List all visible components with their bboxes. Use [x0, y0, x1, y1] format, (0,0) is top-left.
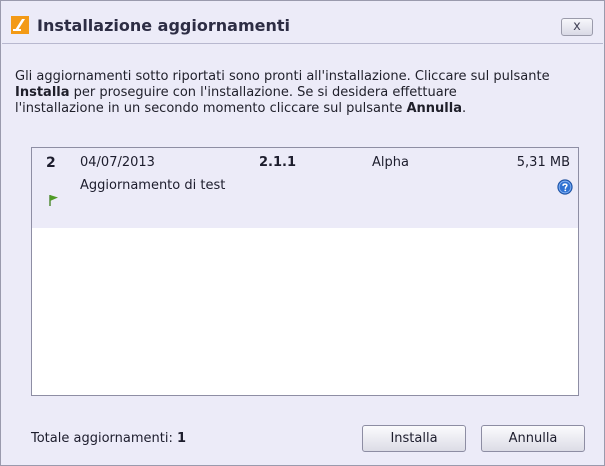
update-channel: Alpha: [372, 155, 409, 170]
total-updates-label: Totale aggiornamenti:: [31, 431, 173, 446]
update-size: 5,31 MB: [516, 155, 570, 170]
instructions-line-1: Gli aggiornamenti sotto riportati sono p…: [15, 69, 550, 84]
title-divider: [2, 43, 603, 44]
cancel-button[interactable]: Annulla: [481, 425, 585, 452]
updates-list[interactable]: 2 04/07/2013 2.1.1 Alpha 5,31 MB Aggiorn…: [31, 147, 579, 396]
total-updates: Totale aggiornamenti: 1: [31, 431, 186, 446]
total-updates-count: 1: [176, 431, 187, 446]
close-icon: x: [573, 19, 581, 34]
install-keyword: Installa: [15, 85, 70, 100]
instructions-line-3-start: l'installazione in un secondo momento cl…: [15, 101, 407, 116]
app-logo-icon: [11, 16, 29, 34]
title-bar: Installazione aggiornamenti x: [1, 1, 604, 43]
instructions-line-2-rest: per proseguire con l'installazione. Se s…: [69, 85, 457, 100]
instructions-line-3: l'installazione in un secondo momento cl…: [15, 101, 595, 117]
cancel-keyword: Annulla: [406, 101, 462, 116]
flag-icon: [49, 195, 58, 206]
update-number: 2: [46, 155, 56, 171]
update-name: Aggiornamento di test: [80, 178, 226, 193]
close-button[interactable]: x: [561, 18, 593, 36]
install-button[interactable]: Installa: [362, 425, 466, 452]
instructions-line-2: Installa per proseguire con l'installazi…: [15, 85, 595, 101]
window-title: Installazione aggiornamenti: [37, 16, 290, 35]
info-icon[interactable]: [557, 179, 573, 195]
update-date: 04/07/2013: [80, 155, 155, 170]
instructions-text: Gli aggiornamenti sotto riportati sono p…: [15, 69, 595, 117]
instructions-line-3-end: .: [461, 101, 467, 116]
update-row[interactable]: 2 04/07/2013 2.1.1 Alpha 5,31 MB Aggiorn…: [32, 148, 578, 228]
update-version: 2.1.1: [259, 155, 297, 170]
installation-updates-dialog: Installazione aggiornamenti x Gli aggior…: [0, 0, 605, 466]
